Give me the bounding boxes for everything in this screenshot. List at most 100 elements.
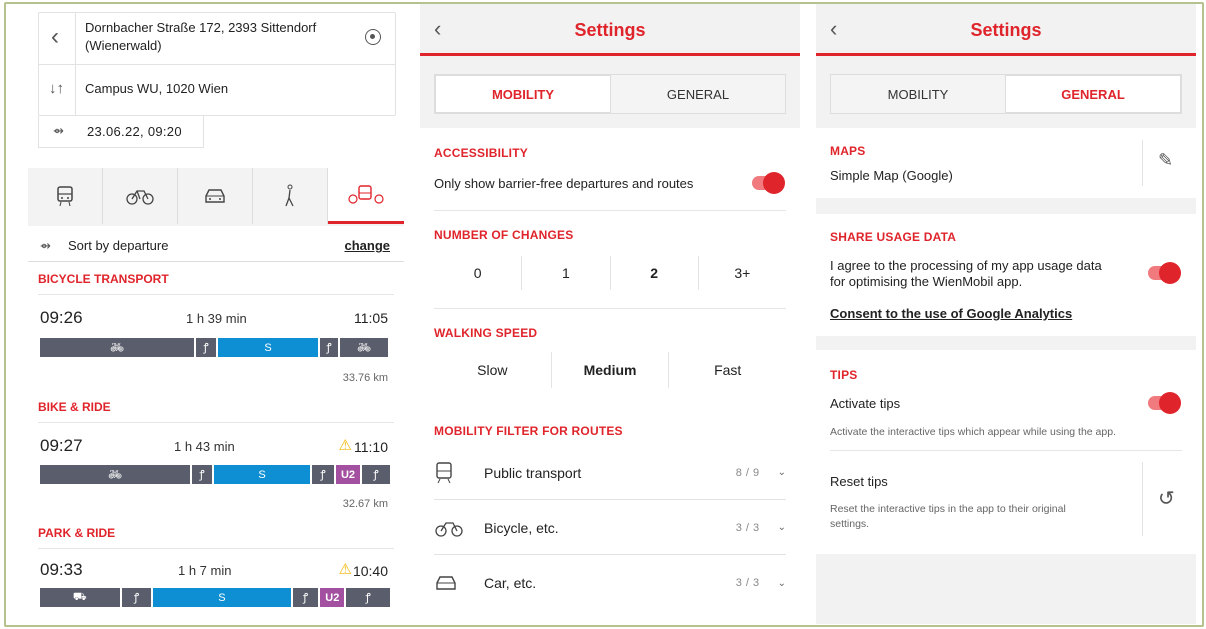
route-segments: ⛟ ꝭ S ꝭ U2 ꝭ: [40, 588, 390, 607]
changes-selector: 0 1 2 3+: [434, 256, 786, 290]
page-title: Settings: [574, 20, 646, 40]
locate-icon[interactable]: [365, 29, 381, 45]
filter-label: Public transport: [484, 464, 582, 481]
back-icon[interactable]: ‹: [51, 23, 59, 51]
walk-segment: ꝭ: [121, 588, 152, 607]
usage-text: I agree to the processing of my app usag…: [830, 258, 1130, 290]
departure-time: 09:27: [40, 436, 83, 455]
reset-tips-label[interactable]: Reset tips: [830, 474, 888, 489]
change-sort-link[interactable]: change: [344, 238, 390, 253]
walking-medium[interactable]: Medium: [552, 352, 670, 388]
filter-row-car[interactable]: Car, etc. 3 / 3 ⌄: [434, 556, 786, 610]
tab-mobility[interactable]: MOBILITY: [435, 75, 611, 113]
tab-general[interactable]: GENERAL: [1005, 75, 1181, 113]
category-bicycle-transport: BICYCLE TRANSPORT: [38, 272, 169, 286]
usage-data-card: SHARE USAGE DATA I agree to the processi…: [816, 214, 1196, 336]
edit-icon[interactable]: ✎: [1158, 150, 1173, 171]
car-icon: [436, 576, 456, 590]
reset-icon[interactable]: ↺: [1158, 486, 1175, 511]
mode-tabs: [28, 168, 404, 226]
walking-slow[interactable]: Slow: [434, 352, 552, 388]
reset-tips-desc: Reset the interactive tips in the app to…: [830, 502, 1130, 532]
route-segments: 🚲︎ ꝭ S ꝭ U2 ꝭ: [40, 465, 390, 484]
analytics-consent-link[interactable]: Consent to the use of Google Analytics: [830, 306, 1072, 321]
s-bahn-segment: S: [218, 338, 318, 357]
accessibility-toggle[interactable]: [752, 172, 785, 194]
changes-option-0[interactable]: 0: [434, 256, 523, 290]
page-title: Settings: [970, 20, 1042, 40]
settings-general-panel: ‹ Settings MOBILITY GENERAL MAPS Simple …: [816, 4, 1196, 624]
u2-segment: U2: [336, 465, 360, 484]
bicycle-segment: 🚲︎: [340, 338, 388, 357]
maps-card[interactable]: MAPS Simple Map (Google) ✎: [816, 128, 1196, 198]
filter-count: 3 / 3: [735, 577, 760, 589]
tips-activate-desc: Activate the interactive tips which appe…: [830, 426, 1116, 438]
walk-segment: ꝭ: [346, 588, 390, 607]
swap-icon[interactable]: ↓↑: [49, 80, 64, 97]
category-park-ride: PARK & RIDE: [38, 526, 116, 540]
filter-count: 3 / 3: [735, 521, 760, 534]
chevron-down-icon[interactable]: ⌄: [778, 467, 786, 478]
route-duration: 1 h 43 min: [174, 439, 235, 454]
walk-segment: ꝭ: [362, 465, 390, 484]
departure-icon: ⇴: [53, 123, 64, 138]
u2-segment: U2: [320, 588, 345, 607]
walking-speed-selector: Slow Medium Fast: [434, 352, 786, 388]
multimodal-icon: [348, 184, 384, 204]
settings-mobility-panel: ‹ Settings MOBILITY GENERAL ACCESSIBILIT…: [420, 4, 800, 624]
tab-general[interactable]: GENERAL: [611, 75, 785, 113]
filter-row-public-transport[interactable]: Public transport 8 / 9 ⌄: [434, 446, 786, 500]
filter-count: 8 / 9: [735, 466, 760, 479]
tab-mobility[interactable]: MOBILITY: [831, 75, 1005, 113]
usage-text-line2: for optimising the WienMobil app.: [830, 274, 1023, 289]
tips-toggle[interactable]: [1148, 392, 1181, 414]
filter-row-bicycle[interactable]: Bicycle, etc. 3 / 3 ⌄: [434, 501, 786, 555]
origin-text: Dornbacher Straße 172, 2393 Sittendorf: [85, 20, 317, 35]
tab-walking[interactable]: [253, 168, 328, 224]
s-bahn-segment: S: [214, 465, 310, 484]
tab-car[interactable]: [178, 168, 253, 224]
route-results-panel: ‹ Dornbacher Straße 172, 2393 Sittendorf…: [28, 4, 404, 624]
walking-icon: [285, 184, 294, 207]
changes-option-2[interactable]: 2: [611, 256, 699, 290]
maps-title: MAPS: [830, 144, 866, 158]
route-distance: 33.76 km: [342, 372, 388, 384]
route-duration: 1 h 7 min: [178, 563, 232, 578]
reset-tips-desc-line1: Reset the interactive tips in the app to…: [830, 503, 1066, 515]
maps-value: Simple Map (Google): [830, 168, 953, 183]
usage-title: SHARE USAGE DATA: [830, 230, 957, 244]
changes-title: NUMBER OF CHANGES: [434, 228, 574, 242]
changes-option-3plus[interactable]: 3+: [699, 256, 786, 290]
tab-bicycle[interactable]: [103, 168, 178, 224]
bicycle-segment: 🚲︎: [40, 338, 194, 357]
arrival-time: 11:05: [354, 310, 388, 326]
filter-label: Bicycle, etc.: [484, 519, 559, 536]
chevron-down-icon[interactable]: ⌄: [778, 578, 786, 589]
chevron-down-icon[interactable]: ⌄: [778, 522, 786, 533]
changes-option-1[interactable]: 1: [522, 256, 611, 290]
departure-time: 09:26: [40, 308, 83, 327]
s-bahn-segment: S: [153, 588, 291, 607]
walk-segment: ꝭ: [292, 588, 319, 607]
filter-label: Car, etc.: [484, 575, 537, 591]
journey-input-card: ‹ Dornbacher Straße 172, 2393 Sittendorf…: [38, 12, 396, 117]
walk-segment: ꝭ: [192, 465, 212, 484]
walking-fast[interactable]: Fast: [669, 352, 786, 388]
settings-header: ‹ Settings: [816, 4, 1196, 56]
sort-label: Sort by departure: [68, 238, 169, 253]
departure-time: 09:33: [40, 560, 83, 579]
destination-row[interactable]: ↓↑ Campus WU, 1020 Wien: [39, 65, 395, 117]
route-duration: 1 h 39 min: [186, 311, 247, 326]
origin-row[interactable]: ‹ Dornbacher Straße 172, 2393 Sittendorf…: [39, 13, 395, 65]
car-segment: ⛟: [40, 588, 120, 607]
tips-card: TIPS Activate tips Activate the interact…: [816, 350, 1196, 554]
tab-public-transport[interactable]: [28, 168, 103, 224]
walk-segment: ꝭ: [320, 338, 338, 357]
settings-tabs: MOBILITY GENERAL: [830, 74, 1182, 114]
usage-toggle[interactable]: [1148, 262, 1181, 284]
tab-multimodal[interactable]: [328, 168, 404, 224]
category-bike-ride: BIKE & RIDE: [38, 400, 111, 414]
warning-icon: ⚠: [338, 437, 352, 454]
bus-icon: [436, 461, 452, 483]
datetime-selector[interactable]: ⇴ 23.06.22, 09:20: [38, 116, 204, 148]
